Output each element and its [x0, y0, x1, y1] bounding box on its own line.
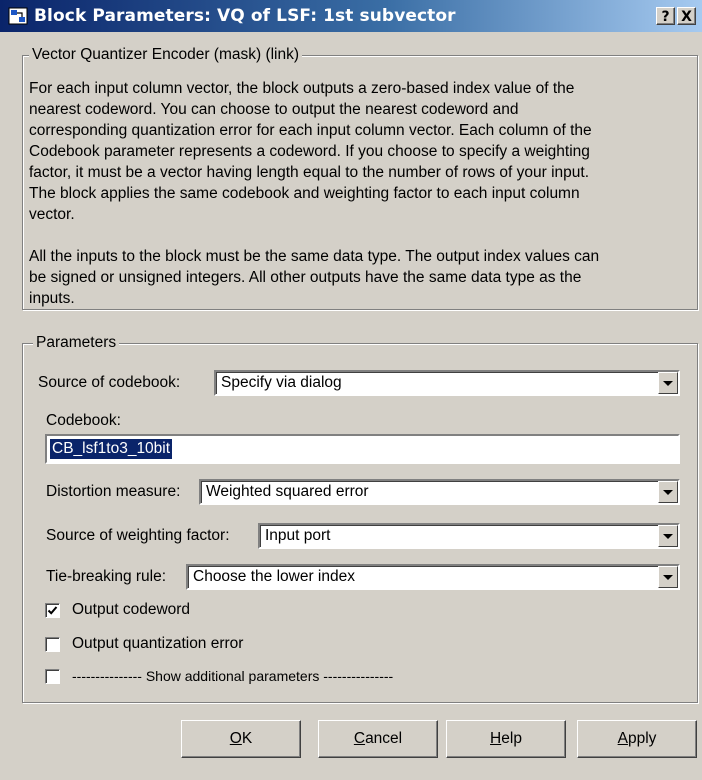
window-title: Block Parameters: VQ of LSF: 1st subvect… [34, 6, 456, 26]
source-of-codebook-label: Source of codebook: [38, 374, 181, 391]
source-of-codebook-value: Specify via dialog [221, 374, 342, 391]
output-quantization-error-option[interactable]: Output quantization error [45, 632, 243, 656]
source-of-codebook-select[interactable]: Specify via dialog [214, 370, 680, 396]
tie-breaking-select[interactable]: Choose the lower index [186, 564, 680, 590]
help-button[interactable]: Help [446, 720, 566, 758]
codebook-value: CB_lsf1to3_10bit [50, 439, 173, 459]
mask-legend: Vector Quantizer Encoder (mask) (link) [29, 46, 303, 64]
check-icon [47, 605, 58, 615]
mask-description-group: Vector Quantizer Encoder (mask) (link) F… [22, 46, 698, 310]
mask-description: For each input column vector, the block … [29, 78, 693, 309]
parameters-legend: Parameters [33, 334, 120, 352]
cancel-label: ancel [365, 730, 403, 747]
apply-label: pply [627, 730, 657, 747]
close-button[interactable]: X [677, 7, 696, 25]
ok-label: K [241, 730, 253, 747]
source-of-weighting-label: Source of weighting factor: [46, 527, 230, 544]
title-bar: Block Parameters: VQ of LSF: 1st subvect… [0, 0, 702, 32]
desc-line: be signed or unsigned integers. All othe… [29, 269, 582, 286]
show-additional-parameters-option[interactable]: --------------- Show additional paramete… [45, 664, 393, 688]
source-of-weighting-value: Input port [265, 527, 331, 544]
simulink-block-icon [8, 7, 28, 25]
distortion-measure-label: Distortion measure: [46, 483, 181, 500]
tie-breaking-label: Tie-breaking rule: [46, 568, 167, 585]
desc-line: The block applies the same codebook and … [29, 185, 580, 202]
desc-line: vector. [29, 206, 75, 223]
output-codeword-label: Output codeword [72, 601, 191, 618]
desc-line: inputs. [29, 290, 75, 307]
desc-line: All the inputs to the block must be the … [29, 248, 600, 265]
desc-line: factor, it must be a vector having lengt… [29, 164, 590, 181]
output-quantization-error-label: Output quantization error [72, 635, 244, 652]
show-additional-parameters-label: --------------- Show additional paramete… [72, 668, 394, 684]
output-codeword-checkbox[interactable] [45, 602, 60, 618]
help-caption-button[interactable]: ? [656, 7, 675, 25]
show-additional-parameters-checkbox[interactable] [45, 668, 60, 684]
output-quantization-error-checkbox[interactable] [45, 636, 60, 652]
apply-accelerator: A [617, 730, 628, 747]
chevron-down-icon[interactable] [658, 372, 678, 394]
desc-line: Codebook parameter represents a codeword… [29, 143, 590, 160]
ok-button[interactable]: OK [181, 720, 301, 758]
help-label: elp [501, 730, 522, 747]
cancel-button[interactable]: Cancel [318, 720, 438, 758]
ok-accelerator: O [229, 730, 242, 747]
desc-line: nearest codeword. You can choose to outp… [29, 101, 519, 118]
output-codeword-option[interactable]: Output codeword [45, 598, 190, 622]
tie-breaking-value: Choose the lower index [193, 568, 355, 585]
distortion-measure-value: Weighted squared error [206, 483, 369, 500]
apply-button[interactable]: Apply [577, 720, 697, 758]
desc-spacer [29, 225, 693, 246]
help-accelerator: H [490, 730, 502, 747]
distortion-measure-select[interactable]: Weighted squared error [199, 479, 680, 505]
cancel-accelerator: C [353, 730, 366, 747]
chevron-down-icon[interactable] [658, 566, 678, 588]
desc-line: corresponding quantization error for eac… [29, 122, 592, 139]
chevron-down-icon[interactable] [658, 481, 678, 503]
desc-line: For each input column vector, the block … [29, 80, 575, 97]
codebook-input[interactable]: CB_lsf1to3_10bit [45, 434, 680, 464]
chevron-down-icon[interactable] [658, 525, 678, 547]
codebook-label: Codebook: [46, 412, 121, 429]
source-of-weighting-select[interactable]: Input port [258, 523, 680, 549]
